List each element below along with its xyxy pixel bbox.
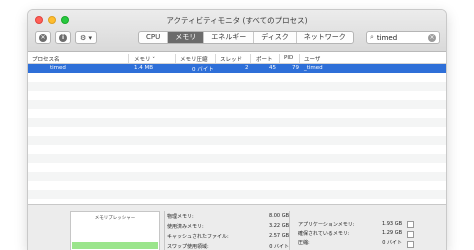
memory-pressure-fill xyxy=(72,242,158,249)
stat-value: 3.22 GB xyxy=(268,223,289,229)
memory-stats-right: アプリケーションメモリ: 1.93 GB 確保されているメモリ: 1.29 GB… xyxy=(298,219,402,249)
tab-disk[interactable]: ディスク xyxy=(253,32,296,43)
gear-menu-button[interactable]: ⚙ ▾ xyxy=(75,31,97,44)
gear-icon: ⚙ ▾ xyxy=(79,33,92,42)
column-pid[interactable]: PID xyxy=(284,55,293,61)
stat-label: キャッシュされたファイル: xyxy=(167,234,229,240)
empty-row xyxy=(28,82,446,91)
stat-value: 1.93 GB xyxy=(381,221,402,227)
info-icon: i xyxy=(59,33,67,42)
stat-value: 0 バイト xyxy=(382,240,402,246)
column-divider xyxy=(215,54,216,63)
stat-physical-memory: 物理メモリ: 8.00 GB xyxy=(167,211,289,221)
stat-label: アプリケーションメモリ: xyxy=(298,222,355,228)
column-ports[interactable]: ポート xyxy=(256,55,273,63)
stat-value: 0 バイト xyxy=(269,244,289,250)
search-input[interactable]: timed xyxy=(377,34,397,42)
compressed-legend-icon xyxy=(407,241,414,248)
empty-row xyxy=(28,172,446,181)
stat-swap-used: スワップ使用領域: 0 バイト xyxy=(167,241,289,250)
cell-user: _timed xyxy=(304,65,323,71)
cell-memory: 1.4 MB xyxy=(134,65,154,71)
cell-ports: 45 xyxy=(269,65,276,71)
tab-memory[interactable]: メモリ xyxy=(167,32,204,43)
column-compressed-memory[interactable]: メモリ圧縮 xyxy=(180,55,208,63)
tab-network[interactable]: ネットワーク xyxy=(295,32,353,43)
title-bar: アクティビティモニタ (すべてのプロセス) ✕ i ⚙ ▾ CPU メモリ エネ… xyxy=(28,10,446,52)
stat-cached-files: キャッシュされたファイル: 2.57 GB xyxy=(167,231,289,241)
stop-process-button[interactable]: ✕ xyxy=(35,31,51,44)
column-divider xyxy=(250,54,251,63)
search-field[interactable]: ⌕ timed × xyxy=(366,31,440,44)
search-icon: ⌕ xyxy=(370,33,374,41)
clear-search-icon[interactable]: × xyxy=(428,34,436,42)
memory-stats-left: 物理メモリ: 8.00 GB 使用済みメモリ: 3.22 GB キャッシュされた… xyxy=(164,211,290,250)
stat-label: 確保されているメモリ: xyxy=(298,231,350,237)
wired-memory-legend-icon xyxy=(407,231,414,238)
stat-label: 物理メモリ: xyxy=(167,214,194,220)
empty-row xyxy=(28,190,446,199)
tab-cpu[interactable]: CPU xyxy=(139,32,167,43)
memory-pressure-graph: メモリプレッシャー xyxy=(70,211,160,250)
stop-icon: ✕ xyxy=(39,33,47,42)
app-memory-legend-icon xyxy=(407,221,414,228)
activity-monitor-window: アクティビティモニタ (すべてのプロセス) ✕ i ⚙ ▾ CPU メモリ エネ… xyxy=(28,10,446,250)
stat-value: 2.57 GB xyxy=(268,233,289,239)
window-title: アクティビティモニタ (すべてのプロセス) xyxy=(166,16,308,25)
column-divider xyxy=(299,54,300,63)
stat-used-memory: 使用済みメモリ: 3.22 GB xyxy=(167,221,289,231)
tab-bar: CPU メモリ エネルギー ディスク ネットワーク xyxy=(138,31,354,44)
stat-value: 1.29 GB xyxy=(381,230,402,236)
cell-pid: 79 xyxy=(292,65,299,71)
column-divider xyxy=(175,54,176,63)
tab-energy[interactable]: エネルギー xyxy=(203,32,253,43)
cell-threads: 2 xyxy=(245,65,249,71)
stat-label: 圧縮: xyxy=(298,240,310,246)
empty-row xyxy=(28,118,446,127)
column-process-name[interactable]: プロセス名 xyxy=(32,55,60,63)
table-header: プロセス名 メモリ ˅ メモリ圧縮 スレッド ポート PID ユーザ xyxy=(28,53,446,64)
memory-pressure-title: メモリプレッシャー xyxy=(94,216,136,221)
column-user[interactable]: ユーザ xyxy=(304,55,320,63)
memory-summary-panel: メモリプレッシャー 物理メモリ: 8.00 GB 使用済みメモリ: 3.22 G… xyxy=(28,204,446,250)
column-threads[interactable]: スレッド xyxy=(220,55,242,63)
empty-row xyxy=(28,100,446,109)
process-list: timed 1.4 MB 0 バイト 2 45 79 _timed xyxy=(28,64,446,204)
column-divider xyxy=(279,54,280,63)
empty-row xyxy=(28,154,446,163)
stat-label: スワップ使用領域: xyxy=(167,244,209,250)
stat-compressed: 圧縮: 0 バイト xyxy=(298,237,402,247)
cell-process-name: timed xyxy=(50,65,66,71)
stat-value: 8.00 GB xyxy=(268,213,289,219)
inspect-process-button[interactable]: i xyxy=(55,31,71,44)
empty-row xyxy=(28,136,446,145)
column-memory[interactable]: メモリ ˅ xyxy=(134,55,155,63)
stat-label: 使用済みメモリ: xyxy=(167,224,204,230)
column-divider xyxy=(128,54,129,63)
cell-compressed-memory: 0 バイト xyxy=(192,67,214,73)
table-row[interactable]: timed 1.4 MB 0 バイト 2 45 79 _timed xyxy=(28,64,446,73)
